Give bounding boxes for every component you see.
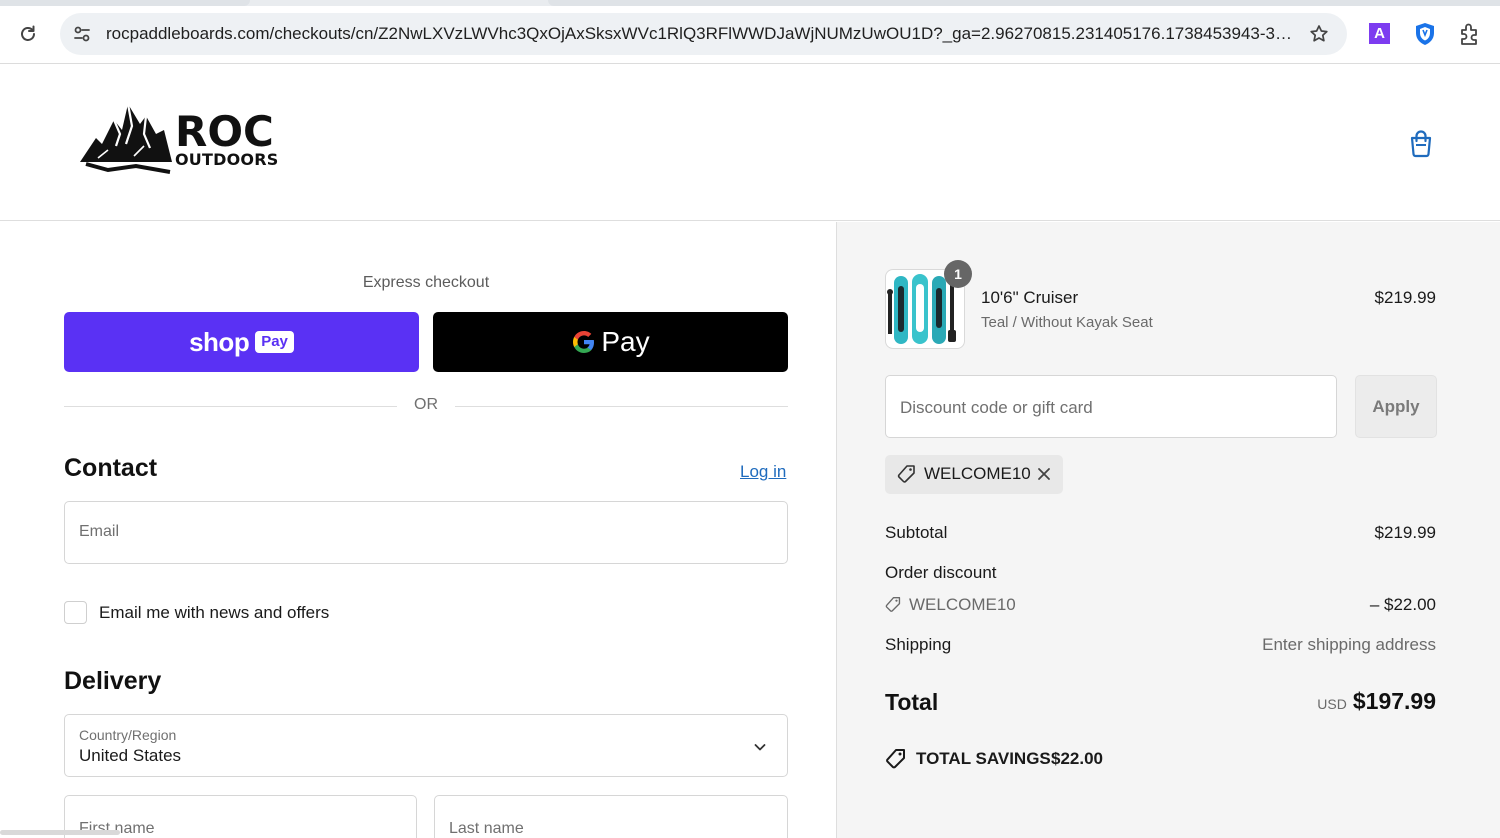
address-bar[interactable]: rocpaddleboards.com/checkouts/cn/Z2NwLXV… [60, 13, 1347, 55]
news-offers-label[interactable]: Email me with news and offers [99, 603, 329, 623]
last-name-field[interactable]: Last name [434, 795, 788, 838]
quantity-badge: 1 [944, 260, 972, 288]
order-discount-label: Order discount [885, 563, 997, 582]
savings-tag-icon [886, 749, 905, 769]
mountain-logo-icon [80, 103, 172, 174]
chevron-down-icon [754, 744, 766, 751]
subtotal-value: $219.99 [1374, 523, 1436, 542]
divider-line [64, 406, 397, 407]
or-divider: OR [64, 396, 788, 418]
tag-icon [885, 597, 901, 612]
shop-pay-wordmark: shop [189, 326, 250, 357]
shopping-bag-icon[interactable] [1407, 128, 1435, 158]
country-select[interactable]: Country/Region United States [64, 714, 788, 777]
star-icon[interactable] [1307, 22, 1331, 46]
extensions-puzzle-icon[interactable] [1457, 21, 1483, 47]
google-pay-wordmark: Pay [601, 326, 650, 357]
store-header: ROC OUTDOORS [0, 64, 1500, 221]
tag-icon [897, 465, 915, 483]
product-name: 10'6" Cruiser [981, 288, 1079, 307]
logo-subtitle: OUTDOORS [175, 150, 279, 169]
shield-extension-icon[interactable] [1413, 21, 1437, 47]
extension-a-icon[interactable]: A [1369, 23, 1390, 44]
tab-strip [0, 0, 1500, 6]
total-value: USD $197.99 [1317, 688, 1436, 715]
site-settings-icon[interactable] [68, 20, 96, 48]
discount-code-text: WELCOME10 [909, 595, 1016, 614]
subtotal-label: Subtotal [885, 523, 948, 542]
browser-toolbar: rocpaddleboards.com/checkouts/cn/Z2NwLXV… [0, 0, 1500, 64]
divider-line [455, 406, 788, 407]
apply-button[interactable]: Apply [1355, 375, 1437, 438]
horizontal-scrollbar[interactable] [0, 830, 120, 835]
total-currency: USD [1317, 696, 1347, 712]
shop-pay-button[interactable]: shop Pay [64, 312, 419, 372]
browser-tab[interactable] [0, 0, 250, 6]
country-value: United States [79, 746, 182, 765]
reload-icon[interactable] [14, 20, 42, 48]
product-price: $219.99 [1374, 288, 1436, 307]
google-pay-button[interactable]: Pay [433, 312, 788, 372]
contact-heading: Contact [64, 454, 158, 482]
or-text: OR [414, 396, 438, 413]
first-name-placeholder: First name [79, 820, 155, 837]
url-text[interactable]: rocpaddleboards.com/checkouts/cn/Z2NwLXV… [106, 24, 1296, 44]
product-variant: Teal / Without Kayak Seat [981, 314, 1153, 331]
email-placeholder: Email [79, 523, 120, 540]
applied-code-chip: WELCOME10 [885, 455, 1063, 494]
applied-code-text: WELCOME10 [924, 464, 1031, 483]
logo-wordmark: ROC [175, 107, 274, 156]
browser-tab[interactable] [548, 0, 1500, 6]
discount-amount: – $22.00 [1369, 595, 1436, 614]
total-amount: $197.99 [1352, 688, 1436, 714]
discount-code-field[interactable]: Discount code or gift card [885, 375, 1337, 438]
last-name-placeholder: Last name [449, 820, 524, 837]
express-checkout-title: Express checkout [362, 274, 490, 291]
total-label: Total [885, 689, 939, 715]
delivery-heading: Delivery [64, 667, 162, 695]
shipping-label: Shipping [885, 635, 952, 654]
google-g-icon [573, 331, 595, 353]
order-summary: 1 10'6" Cruiser Teal / Without Kayak Sea… [836, 222, 1500, 838]
shipping-value: Enter shipping address [1262, 635, 1436, 654]
country-caption: Country/Region [79, 727, 177, 743]
store-logo[interactable]: ROC OUTDOORS [78, 100, 278, 176]
discount-placeholder: Discount code or gift card [900, 398, 1093, 417]
log-in-link[interactable]: Log in [740, 462, 786, 482]
shop-pay-pill: Pay [255, 331, 294, 353]
total-savings-label: TOTAL SAVINGS [916, 749, 1051, 768]
email-field[interactable]: Email [64, 501, 788, 564]
close-icon[interactable] [1035, 465, 1053, 483]
news-offers-checkbox[interactable] [64, 601, 87, 624]
total-savings-amount: $22.00 [1051, 749, 1103, 768]
checkout-form: Express checkout shop Pay Pay OR Contact… [0, 222, 836, 838]
